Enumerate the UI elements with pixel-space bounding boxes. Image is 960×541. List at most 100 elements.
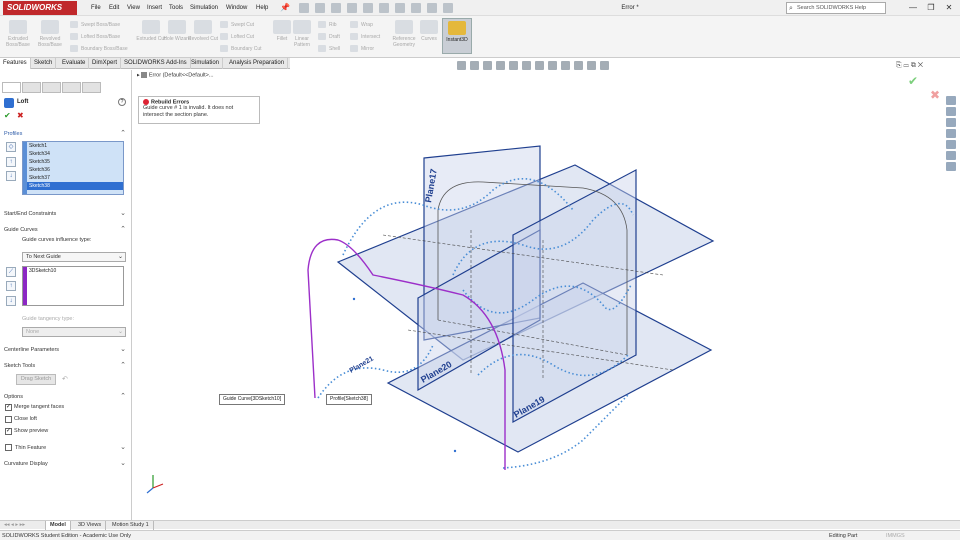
profile-callout[interactable]: Profile[Sketch38]: [326, 394, 372, 405]
select-icon[interactable]: [395, 3, 405, 13]
boundary-boss-button[interactable]: Boundary Boss/Base: [70, 43, 128, 55]
confirm-ok-icon[interactable]: ✔: [908, 74, 918, 88]
edit-appearance-icon[interactable]: [561, 61, 570, 70]
tab-evaluate[interactable]: Evaluate: [59, 58, 90, 69]
tab-sketch[interactable]: Sketch: [31, 58, 57, 69]
profiles-list[interactable]: Sketch1 Sketch34 Sketch35 Sketch36 Sketc…: [22, 141, 124, 195]
list-item[interactable]: 3DSketch10: [23, 267, 123, 275]
home-icon[interactable]: [946, 96, 956, 105]
view-orientation-icon[interactable]: [522, 61, 531, 70]
section-start-end-constraints[interactable]: Start/End Constraints ⌄: [4, 209, 128, 219]
undo-sketch-drag-icon[interactable]: ↶: [62, 375, 68, 383]
list-item-selected[interactable]: Sketch38: [23, 182, 123, 190]
rebuild-icon[interactable]: [411, 3, 421, 13]
tab-features[interactable]: Features: [0, 58, 31, 69]
merge-tangent-faces-checkbox[interactable]: ✓: [5, 404, 12, 411]
section-profiles[interactable]: Profiles ⌃: [4, 129, 128, 139]
thin-feature-checkbox[interactable]: [5, 444, 12, 451]
section-thin-feature[interactable]: Thin Feature ⌄: [15, 443, 128, 453]
graphics-area[interactable]: Plane17 Plane20 Plane19 Plane21: [133, 70, 945, 520]
guide-tangency-select[interactable]: None ⌄: [22, 327, 126, 337]
menu-edit[interactable]: Edit: [109, 0, 119, 16]
forum-icon[interactable]: [946, 162, 956, 171]
search-input[interactable]: ⌕ Search SOLIDWORKS Help: [786, 2, 886, 14]
menu-window[interactable]: Window: [226, 0, 247, 16]
restore-button[interactable]: ❐: [922, 0, 940, 16]
curves-button[interactable]: Curves: [418, 18, 440, 42]
print-icon[interactable]: [363, 3, 373, 13]
menu-file[interactable]: File: [91, 0, 101, 16]
menu-tools[interactable]: Tools: [169, 0, 183, 16]
section-options[interactable]: Options ⌃: [4, 392, 128, 402]
display-style-icon[interactable]: [535, 61, 544, 70]
tab-3d-views[interactable]: 3D Views: [74, 521, 107, 530]
section-curvature-display[interactable]: Curvature Display ⌄: [4, 459, 128, 469]
property-manager-tab-icon[interactable]: [22, 82, 41, 93]
window-controls-viewport[interactable]: ⎘ ▭ ⧉ ✕: [896, 62, 923, 70]
show-preview-checkbox[interactable]: ✓: [5, 428, 12, 435]
lofted-cut-button[interactable]: Lofted Cut: [220, 31, 254, 43]
resources-icon[interactable]: [946, 107, 956, 116]
list-item[interactable]: Sketch36: [23, 166, 123, 174]
list-item[interactable]: Sketch35: [23, 158, 123, 166]
new-icon[interactable]: [315, 3, 325, 13]
guide-influence-select[interactable]: To Next Guide ⌄: [22, 252, 126, 262]
menu-insert[interactable]: Insert: [147, 0, 162, 16]
apply-scene-icon[interactable]: [574, 61, 583, 70]
guide-curves-list[interactable]: 3DSketch10: [22, 266, 124, 306]
sketch-point[interactable]: [352, 297, 356, 301]
configuration-manager-tab-icon[interactable]: [42, 82, 61, 93]
menu-simulation[interactable]: Simulation: [190, 0, 218, 16]
reference-geometry-button[interactable]: Reference Geometry: [388, 18, 420, 48]
section-sketch-tools[interactable]: Sketch Tools ⌃: [4, 361, 128, 371]
view-settings-icon[interactable]: [587, 61, 596, 70]
hide-show-items-icon[interactable]: [548, 61, 557, 70]
tab-motion-study[interactable]: Motion Study 1: [108, 521, 154, 530]
dimxpert-manager-tab-icon[interactable]: [62, 82, 81, 93]
save-icon[interactable]: [347, 3, 357, 13]
file-explorer-icon[interactable]: [946, 129, 956, 138]
list-item[interactable]: Sketch34: [23, 150, 123, 158]
guide-icon[interactable]: ⟋: [6, 267, 16, 277]
feature-manager-tab-icon[interactable]: [2, 82, 21, 93]
file-properties-icon[interactable]: [427, 3, 437, 13]
sketch-point[interactable]: [453, 449, 457, 453]
section-centerline-parameters[interactable]: Centerline Parameters ⌄: [4, 345, 128, 355]
rib-button[interactable]: Rib: [318, 19, 337, 31]
hole-wizard-button[interactable]: Hole Wizard: [163, 18, 191, 42]
list-item[interactable]: Sketch1: [23, 142, 123, 150]
revolved-boss-button[interactable]: Revolved Boss/Base: [34, 18, 66, 48]
revolved-cut-button[interactable]: Revolved Cut: [188, 18, 218, 42]
menu-view[interactable]: View: [127, 0, 140, 16]
tab-model[interactable]: Model: [46, 521, 71, 530]
fillet-button[interactable]: Fillet: [272, 18, 292, 42]
previous-view-icon[interactable]: [483, 61, 492, 70]
home-icon[interactable]: [299, 3, 309, 13]
section-view-icon[interactable]: [496, 61, 505, 70]
extruded-cut-button[interactable]: Extruded Cut: [136, 18, 166, 42]
linear-pattern-button[interactable]: Linear Pattern: [290, 18, 314, 48]
zoom-to-area-icon[interactable]: [470, 61, 479, 70]
menu-help[interactable]: Help: [256, 0, 268, 16]
swept-cut-button[interactable]: Swept Cut: [220, 19, 254, 31]
profile-order-icon[interactable]: ◇: [6, 142, 16, 152]
tab-dimxpert[interactable]: DimXpert: [89, 58, 122, 69]
close-button[interactable]: ✕: [940, 0, 958, 16]
minimize-button[interactable]: —: [904, 0, 922, 16]
tab-nav-arrows[interactable]: ◂◂ ◂ ▸ ▸▸: [0, 521, 46, 530]
zoom-to-fit-icon[interactable]: [457, 61, 466, 70]
move-up-button[interactable]: ↑: [6, 157, 16, 167]
boundary-cut-button[interactable]: Boundary Cut: [220, 43, 262, 55]
drag-sketch-button[interactable]: Drag Sketch: [16, 374, 56, 385]
draft-button[interactable]: Draft: [318, 31, 340, 43]
mirror-button[interactable]: Mirror: [350, 43, 374, 55]
options-icon[interactable]: [443, 3, 453, 13]
help-button[interactable]: ?: [118, 98, 126, 106]
custom-properties-icon[interactable]: [946, 151, 956, 160]
tab-analysis-preparation[interactable]: Analysis Preparation: [226, 58, 289, 69]
display-pane-icon[interactable]: [600, 61, 609, 70]
appearances-icon[interactable]: [946, 140, 956, 149]
list-item[interactable]: Sketch37: [23, 174, 123, 182]
dynamic-annotation-icon[interactable]: [509, 61, 518, 70]
intersect-button[interactable]: Intersect: [350, 31, 380, 43]
